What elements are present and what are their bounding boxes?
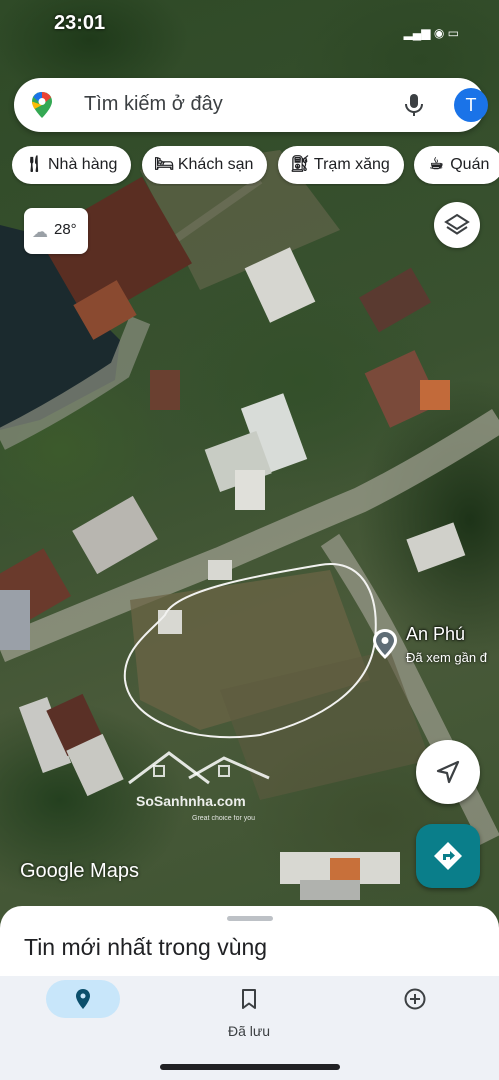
add-circle-icon <box>404 988 426 1010</box>
place-name[interactable]: An Phú <box>406 624 465 645</box>
watermark-title: SoSanhnha.com <box>136 793 246 809</box>
directions-icon <box>434 842 462 870</box>
search-bar[interactable]: Tìm kiếm ở đây T <box>14 78 488 132</box>
weather-badge[interactable]: ☁ 28° <box>24 208 88 254</box>
layers-icon <box>444 213 470 235</box>
temperature: 28° <box>54 221 77 238</box>
cloud-icon: ☁ <box>32 224 48 241</box>
chip-label: Quán <box>450 156 490 173</box>
explore-pin-icon <box>76 989 90 1009</box>
my-location-button[interactable] <box>416 740 480 804</box>
status-time: 23:01 <box>54 12 106 34</box>
layers-button[interactable] <box>434 202 480 248</box>
chip-coffee[interactable]: ☕︎ Quán <box>414 146 499 184</box>
status-icons: ▂▄▆ ◉ ▭ <box>403 26 459 40</box>
home-indicator[interactable] <box>160 1064 340 1070</box>
category-chips: 🍴︎ Nhà hàng 🛏︎ Khách sạn ⛽︎ Trạm xăng ☕︎ Quá… <box>12 146 499 186</box>
chip-restaurants[interactable]: 🍴︎ Nhà hàng <box>12 146 132 184</box>
nav-saved[interactable]: Đã lưu <box>166 976 332 1056</box>
bookmark-icon <box>242 989 256 1009</box>
place-marker-icon[interactable] <box>371 628 399 660</box>
sheet-drag-handle[interactable] <box>227 916 273 921</box>
utensils-icon: 🍴︎ <box>24 156 45 173</box>
account-avatar[interactable]: T <box>454 88 488 122</box>
directions-button[interactable] <box>416 824 480 888</box>
chip-gas-stations[interactable]: ⛽︎ Trạm xăng <box>277 146 404 184</box>
google-maps-pin-icon <box>32 92 52 118</box>
nav-explore[interactable] <box>0 976 166 1056</box>
nav-label: Đã lưu <box>227 1023 271 1039</box>
bottom-sheet[interactable]: Tin mới nhất trong vùng <box>0 906 499 976</box>
gas-station-icon: ⛽︎ <box>289 156 311 173</box>
google-maps-attribution: Google Maps <box>20 860 139 882</box>
place-subtitle: Đã xem gần đ <box>406 650 487 665</box>
search-input[interactable]: Tìm kiếm ở đây <box>84 93 223 116</box>
navigation-arrow-icon <box>436 760 460 784</box>
chip-label: Khách sạn <box>177 156 254 173</box>
bottom-navigation: Đã lưu <box>0 976 499 1080</box>
chip-label: Nhà hàng <box>48 156 118 173</box>
nav-contribute[interactable] <box>332 976 498 1056</box>
sheet-title: Tin mới nhất trong vùng <box>24 934 268 960</box>
bed-icon: 🛏︎ <box>153 156 175 173</box>
chip-hotels[interactable]: 🛏︎ Khách sạn <box>141 146 268 184</box>
coffee-icon: ☕︎ <box>429 156 444 173</box>
chip-label: Trạm xăng <box>313 156 390 173</box>
microphone-icon[interactable] <box>402 92 426 118</box>
watermark-tagline: Great choice for you <box>192 815 256 822</box>
